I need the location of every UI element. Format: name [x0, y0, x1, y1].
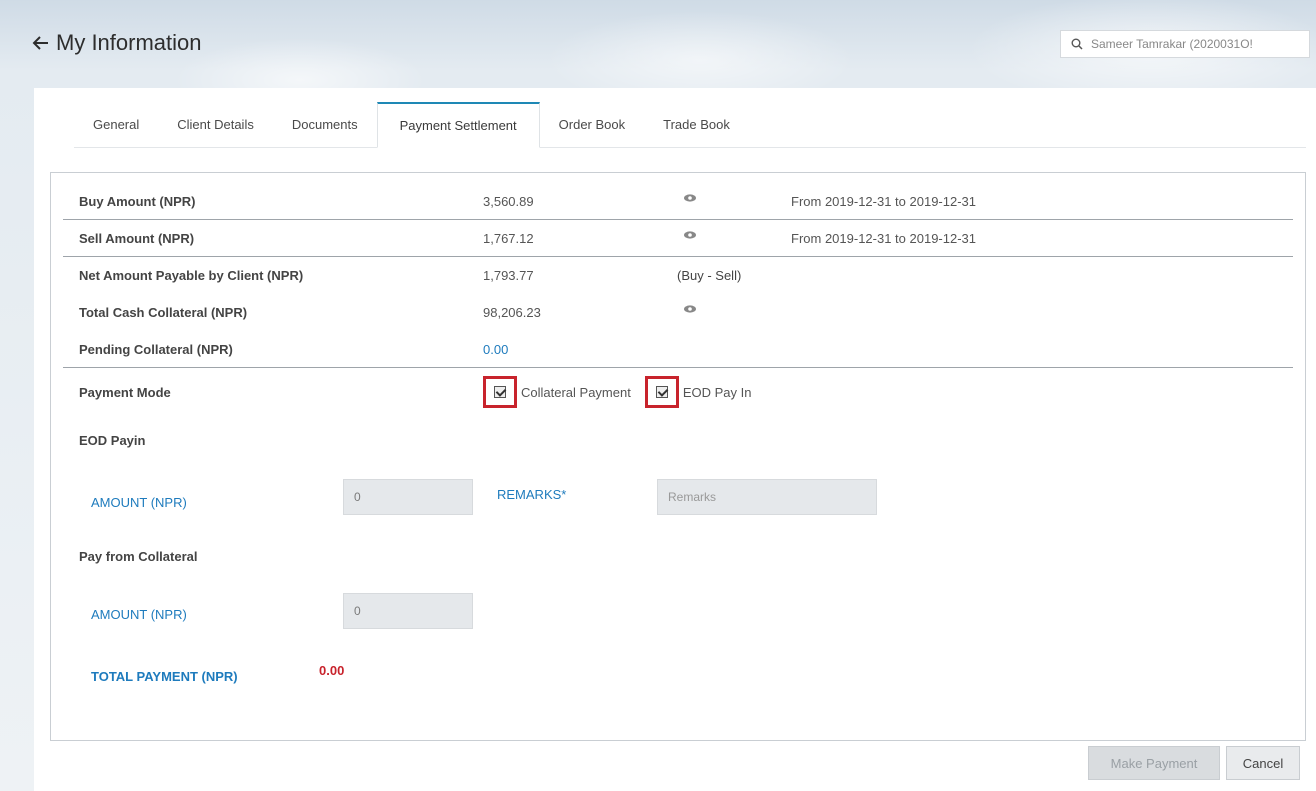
- eod-amount-label: AMOUNT (NPR): [91, 495, 187, 510]
- make-payment-button[interactable]: Make Payment: [1088, 746, 1220, 780]
- search-box[interactable]: [1060, 30, 1310, 58]
- cash-collateral-value: 98,206.23: [483, 305, 541, 320]
- eod-pay-in-checkbox[interactable]: [644, 376, 679, 408]
- search-input[interactable]: [1091, 37, 1291, 51]
- buy-amount-row: Buy Amount (NPR) 3,560.89 From 2019-12-3…: [63, 183, 1293, 220]
- tab-client-details[interactable]: Client Details: [158, 102, 273, 147]
- sell-amount-label: Sell Amount (NPR): [79, 230, 195, 246]
- total-payment-value: 0.00: [319, 663, 345, 678]
- eye-icon[interactable]: [683, 304, 697, 314]
- collateral-payment-checkbox[interactable]: [483, 376, 517, 408]
- checkbox-checked-icon: [655, 386, 668, 398]
- eod-amount-input[interactable]: [343, 479, 473, 515]
- back-link[interactable]: My Information: [32, 30, 202, 56]
- pending-collateral-row: Pending Collateral (NPR) 0.00: [63, 331, 1293, 368]
- buy-date-range: From 2019-12-31 to 2019-12-31: [791, 193, 977, 209]
- cash-collateral-row: Total Cash Collateral (NPR) 98,206.23: [63, 294, 1293, 331]
- cancel-button[interactable]: Cancel: [1226, 746, 1300, 780]
- buy-amount-label: Buy Amount (NPR): [79, 193, 196, 209]
- eye-icon[interactable]: [683, 193, 697, 203]
- tab-order-book[interactable]: Order Book: [540, 102, 644, 147]
- buy-amount-value: 3,560.89: [483, 193, 534, 209]
- checkbox-checked-icon: [494, 386, 506, 398]
- sell-amount-row: Sell Amount (NPR) 1,767.12 From 2019-12-…: [63, 220, 1293, 257]
- sell-amount-value: 1,767.12: [483, 230, 534, 246]
- tab-general[interactable]: General: [74, 102, 158, 147]
- payment-mode-options: Collateral Payment EOD Pay In: [483, 376, 751, 408]
- page-title: My Information: [56, 30, 202, 55]
- collateral-payment-label: Collateral Payment: [521, 384, 631, 400]
- page-header: My Information: [0, 0, 1316, 88]
- eod-payin-title: EOD Payin: [79, 433, 146, 448]
- content-card: General Client Details Documents Payment…: [34, 88, 1316, 791]
- eod-pay-in-label: EOD Pay In: [682, 384, 752, 400]
- tab-documents[interactable]: Documents: [273, 102, 377, 147]
- eye-icon[interactable]: [683, 230, 697, 240]
- pay-from-collateral-title: Pay from Collateral: [79, 549, 198, 564]
- tab-bar: General Client Details Documents Payment…: [74, 102, 1306, 148]
- net-amount-note: (Buy - Sell): [677, 268, 742, 283]
- sell-date-range: From 2019-12-31 to 2019-12-31: [791, 230, 977, 246]
- net-amount-label: Net Amount Payable by Client (NPR): [79, 268, 304, 283]
- collateral-amount-input[interactable]: [343, 593, 473, 629]
- pending-collateral-value: 0.00: [483, 341, 509, 357]
- total-payment-label: TOTAL PAYMENT (NPR): [91, 669, 238, 684]
- net-amount-value: 1,793.77: [483, 268, 534, 283]
- collateral-amount-label: AMOUNT (NPR): [91, 607, 187, 622]
- remarks-input[interactable]: [657, 479, 877, 515]
- cash-collateral-label: Total Cash Collateral (NPR): [79, 305, 248, 320]
- tab-trade-book[interactable]: Trade Book: [644, 102, 749, 147]
- payment-mode-row: Payment Mode Collateral Payment EOD Pay …: [63, 373, 1293, 411]
- net-amount-row: Net Amount Payable by Client (NPR) 1,793…: [63, 257, 1293, 294]
- remarks-label: REMARKS*: [497, 487, 567, 502]
- payment-mode-label: Payment Mode: [79, 384, 171, 400]
- back-arrow-icon: [32, 36, 48, 50]
- tab-payment-settlement[interactable]: Payment Settlement: [376, 102, 540, 148]
- search-icon: [1071, 38, 1083, 50]
- pending-collateral-label: Pending Collateral (NPR): [79, 341, 233, 357]
- payment-settlement-panel: Buy Amount (NPR) 3,560.89 From 2019-12-3…: [50, 172, 1306, 741]
